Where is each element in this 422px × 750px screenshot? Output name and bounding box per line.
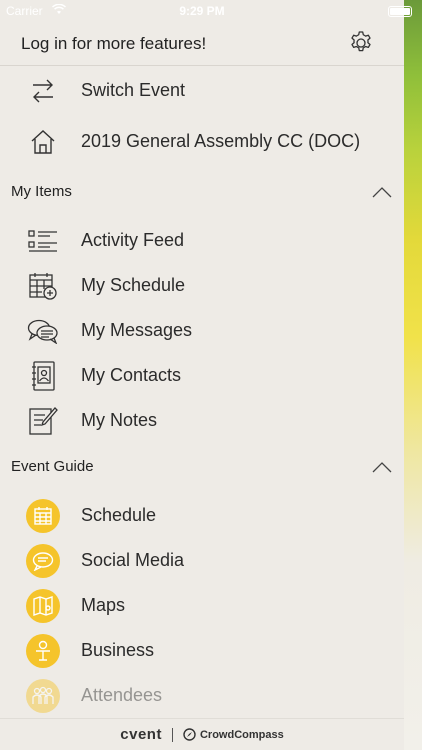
calendar-add-icon [26,269,60,303]
menu-item-my-schedule[interactable]: My Schedule [0,263,404,308]
login-prompt[interactable]: Log in for more features! [21,34,206,54]
menu-item-maps[interactable]: Maps [0,583,404,628]
cvent-logo: cvent [120,726,162,743]
menu-item-social-media[interactable]: Social Media [0,538,404,583]
menu-item-attendees[interactable]: Attendees [0,673,404,718]
chevron-up-icon[interactable] [372,186,392,198]
menu-item-label: Attendees [81,685,163,705]
menu-item-label: Business [81,640,155,660]
list-icon [26,224,60,258]
crowdcompass-label: CrowdCompass [199,728,284,741]
menu-item-label: My Contacts [81,365,182,385]
menu-item-label: Social Media [81,550,185,570]
divider [171,727,173,742]
gear-icon[interactable] [348,30,374,56]
menu-item-label: My Messages [81,320,193,340]
notepad-icon [26,404,60,438]
contact-book-icon [26,359,60,393]
clock: 9:29 PM [179,4,225,18]
menu-item-label: Activity Feed [81,230,185,250]
section-title: Event Guide [11,458,94,475]
menu-item-label: Schedule [81,505,157,525]
menu-item-label: 2019 General Assembly CC (DOC) [81,131,361,151]
login-header[interactable]: Log in for more features! [0,22,404,66]
menu-item-current-event[interactable]: 2019 General Assembly CC (DOC) [0,119,404,164]
menu-item-my-notes[interactable]: My Notes [0,398,404,443]
menu-item-business[interactable]: Business [0,628,404,673]
chevron-up-icon[interactable] [372,461,392,473]
home-icon [26,125,60,159]
section-my-items[interactable]: My Items [0,172,404,212]
side-menu-drawer: Carrier 9:29 PM Log in for more features… [0,0,412,750]
section-title: My Items [11,183,72,200]
menu-item-label: Maps [81,595,126,615]
status-bar: Carrier 9:29 PM [0,0,412,22]
footer-branding: cvent CrowdCompass [0,718,404,750]
menu-item-label: My Notes [81,410,158,430]
battery-icon [388,6,412,17]
menu-item-my-messages[interactable]: My Messages [0,308,404,353]
people-icon [26,678,60,713]
calendar-icon [26,498,60,533]
section-event-guide[interactable]: Event Guide [0,447,404,487]
map-icon [26,588,60,623]
menu-item-my-contacts[interactable]: My Contacts [0,353,404,398]
menu-item-label: Switch Event [81,80,186,100]
menu-item-activity-feed[interactable]: Activity Feed [0,218,404,263]
crowdcompass-logo: CrowdCompass [183,728,284,741]
menu-item-schedule[interactable]: Schedule [0,493,404,538]
compass-icon [183,728,196,741]
menu-item-switch-event[interactable]: Switch Event [0,68,404,113]
swap-arrows-icon [26,74,60,108]
presenter-icon [26,633,60,668]
background-screen-peek [404,0,422,750]
menu-item-label: My Schedule [81,275,186,295]
chat-bubbles-icon [26,314,60,348]
chat-icon [26,543,60,578]
